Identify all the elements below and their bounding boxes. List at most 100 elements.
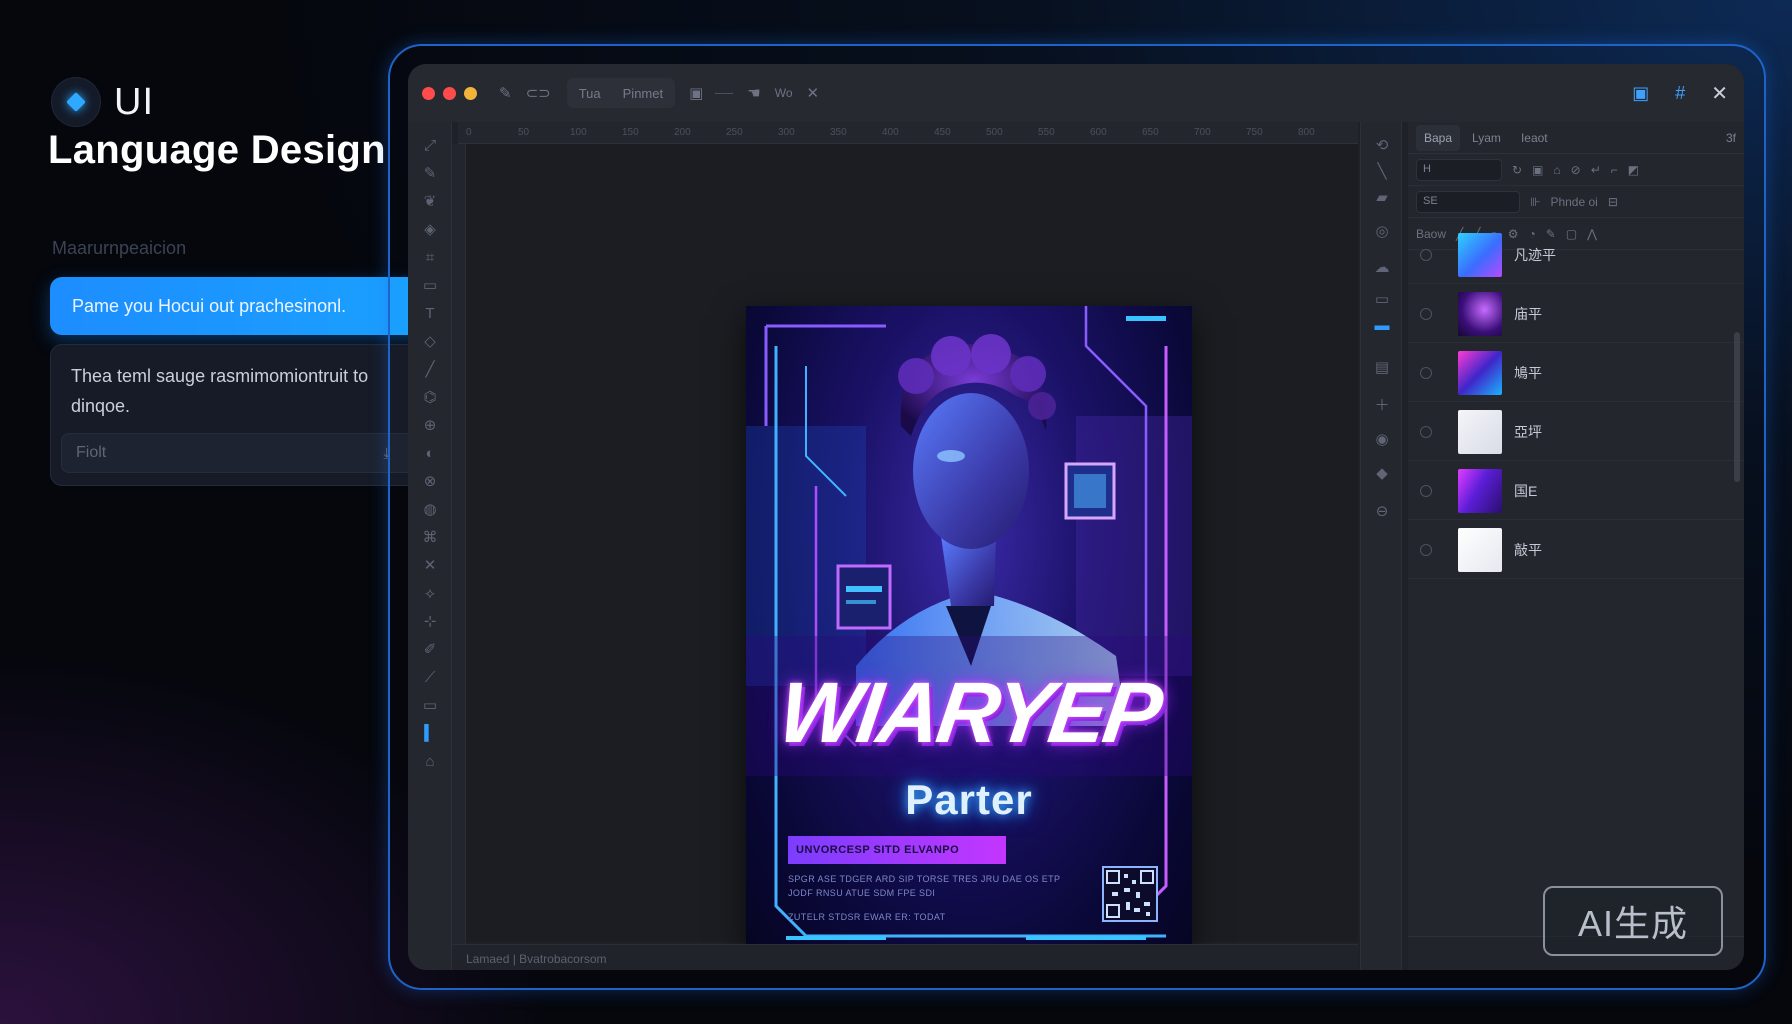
lasso-tool-icon[interactable]: ❦ [420, 192, 440, 212]
blur-tool-icon[interactable]: ◍ [420, 500, 440, 520]
swatch-icon[interactable]: ▰ [1372, 188, 1392, 208]
image-icon[interactable]: ▣ [689, 84, 703, 102]
ai-generated-watermark: AI生成 [1543, 886, 1723, 956]
tab-ieaot[interactable]: Ieaot [1513, 125, 1556, 151]
poster-fine-text-3: ZUTELR STDSR EWAR ER: TODAT [788, 912, 946, 922]
ruler-tick-label: 200 [674, 127, 691, 138]
toolbar-item-1[interactable]: Tua [579, 86, 601, 101]
mask-icon[interactable]: ⊖ [1372, 502, 1392, 522]
brand: UI [52, 78, 154, 126]
add-icon[interactable]: ＋ [1372, 396, 1392, 416]
grid-icon[interactable]: # [1675, 83, 1685, 104]
cloud-icon[interactable]: ☁ [1372, 258, 1392, 278]
select-tool-icon[interactable]: ▍ [420, 724, 440, 744]
crop-tool-icon[interactable]: ⌗ [420, 248, 440, 268]
layer-visibility-toggle[interactable] [1420, 307, 1432, 320]
layer-name: 亞坪 [1514, 423, 1542, 440]
move-tool-icon[interactable]: ⤢ [420, 136, 440, 156]
layers-tab-icon[interactable]: ▬ [1372, 316, 1392, 336]
layer-name: 国E [1514, 482, 1538, 499]
layer-item[interactable]: 国E [1408, 462, 1744, 520]
opacity-field[interactable]: SE [1416, 190, 1520, 213]
line-icon[interactable]: ╲ [1372, 162, 1392, 182]
layers-scrollbar[interactable] [1734, 332, 1740, 482]
canvas[interactable]: WIARYEP Parter UNVORCESP SITD ELVANPO SP… [466, 144, 1358, 952]
refresh-icon[interactable]: ↻ [1512, 163, 1522, 177]
layer-visibility-toggle[interactable] [1420, 248, 1432, 261]
layers-panel: Bapa Lyam Ieaot 3f H ↻ ▣ ⌂ ⊘ ↵ ⌐ ◩ SE ⊪ … [1408, 122, 1744, 970]
ruler-tick-label: 550 [1038, 127, 1055, 138]
eye-icon[interactable]: ◉ [1372, 430, 1392, 450]
line-tool-icon[interactable]: ╱ [420, 360, 440, 380]
blend-mode-field[interactable]: H [1416, 158, 1502, 181]
cancel-icon[interactable]: ✕ [807, 84, 820, 102]
eraser-tool-icon[interactable]: ▭ [420, 276, 440, 296]
ruler-tick-label: 250 [726, 127, 743, 138]
poster-artwork[interactable]: WIARYEP Parter UNVORCESP SITD ELVANPO SP… [746, 306, 1192, 952]
toolbar-item-extra[interactable]: Wo [775, 86, 793, 100]
layer-visibility-toggle[interactable] [1420, 425, 1432, 438]
hand-icon[interactable]: ☚ [747, 84, 760, 102]
knife-tool-icon[interactable]: ⟋ [420, 668, 440, 688]
warp-tool-icon[interactable]: ✕ [420, 556, 440, 576]
chat-icon[interactable]: ▤ [1372, 358, 1392, 378]
note-tool-icon[interactable]: ⌂ [420, 752, 440, 772]
minimize-window-button[interactable] [443, 86, 456, 100]
path-tool-icon[interactable]: ⟡ [420, 584, 440, 604]
layer-item[interactable]: 敲平 [1408, 521, 1744, 579]
section-label: Maarurnpeaicion [52, 238, 187, 258]
pen-icon[interactable]: ✎ [499, 84, 512, 102]
save-icon[interactable]: ▣ [1632, 83, 1649, 104]
node-tool-icon[interactable]: ⊹ [420, 612, 440, 632]
close-icon[interactable]: ✕ [1711, 81, 1728, 106]
filter-text: Phnde oi [1550, 194, 1598, 209]
arrow-icon[interactable]: ↵ [1591, 163, 1601, 177]
link-icon[interactable]: ⊂⊃ [526, 84, 551, 102]
layer-thumbnail [1458, 291, 1502, 336]
pencil-tool-icon[interactable]: ✐ [420, 640, 440, 660]
tab-lyam[interactable]: Lyam [1464, 125, 1509, 151]
tab-bapa[interactable]: Bapa [1416, 124, 1461, 151]
headline: Language Design [48, 128, 386, 172]
layer-visibility-toggle[interactable] [1420, 484, 1432, 497]
zoom-tool-icon[interactable]: ⊕ [420, 416, 440, 436]
ruler-tick-label: 600 [1090, 127, 1107, 138]
panel-menu[interactable]: 3f [1726, 131, 1736, 145]
fx-icon[interactable]: ◩ [1628, 163, 1639, 177]
layer-item[interactable]: 亞坪 [1408, 403, 1744, 461]
lock-icon[interactable]: ⌂ [1553, 163, 1560, 177]
toolbar-item-2[interactable]: Pinmet [623, 86, 663, 101]
copy-icon[interactable]: ▣ [1532, 163, 1543, 177]
pin-icon[interactable]: ⌐ [1611, 163, 1618, 177]
brush-tool-icon[interactable]: ✎ [420, 164, 440, 184]
gradient-tool-icon[interactable]: ◐ [420, 444, 440, 464]
history-icon[interactable]: ⟲ [1372, 136, 1392, 156]
layer-item[interactable]: 鳩平 [1408, 344, 1744, 402]
ruler-tick-label: 300 [778, 127, 795, 138]
fill-tool-icon[interactable]: ◈ [420, 220, 440, 240]
ruler-tick-label: 350 [830, 127, 847, 138]
rect-tool-icon[interactable]: ▭ [420, 696, 440, 716]
transform-tool-icon[interactable]: ⌘ [420, 528, 440, 548]
ruler-tick-label: 0 [466, 127, 472, 138]
filter-options-icon[interactable]: ⊟ [1608, 195, 1618, 209]
diamond-icon[interactable]: ◆ [1372, 464, 1392, 484]
stamp-tool-icon[interactable]: ⊗ [420, 472, 440, 492]
layer-visibility-toggle[interactable] [1420, 543, 1432, 556]
eyedropper-tool-icon[interactable]: ⌬ [420, 388, 440, 408]
layer-visibility-toggle[interactable] [1420, 366, 1432, 379]
ruler-tick-label: 400 [882, 127, 899, 138]
text-tool-icon[interactable]: T [420, 304, 440, 324]
poster-subtitle: Parter [905, 776, 1033, 823]
layer-item[interactable]: 凡迹平 [1408, 226, 1744, 284]
link-layer-icon[interactable]: ⊘ [1571, 163, 1581, 177]
monitor-icon[interactable]: ▭ [1372, 290, 1392, 310]
maximize-window-button[interactable] [464, 86, 477, 100]
adjust-icon[interactable]: ◎ [1372, 222, 1392, 242]
close-window-button[interactable] [422, 86, 435, 100]
filter-icon[interactable]: ⊪ [1530, 195, 1540, 209]
layer-item[interactable]: 庙平 [1408, 285, 1744, 343]
layer-thumbnail [1458, 409, 1502, 454]
reply-placeholder: Fiolt [76, 444, 107, 461]
shape-tool-icon[interactable]: ◇ [420, 332, 440, 352]
